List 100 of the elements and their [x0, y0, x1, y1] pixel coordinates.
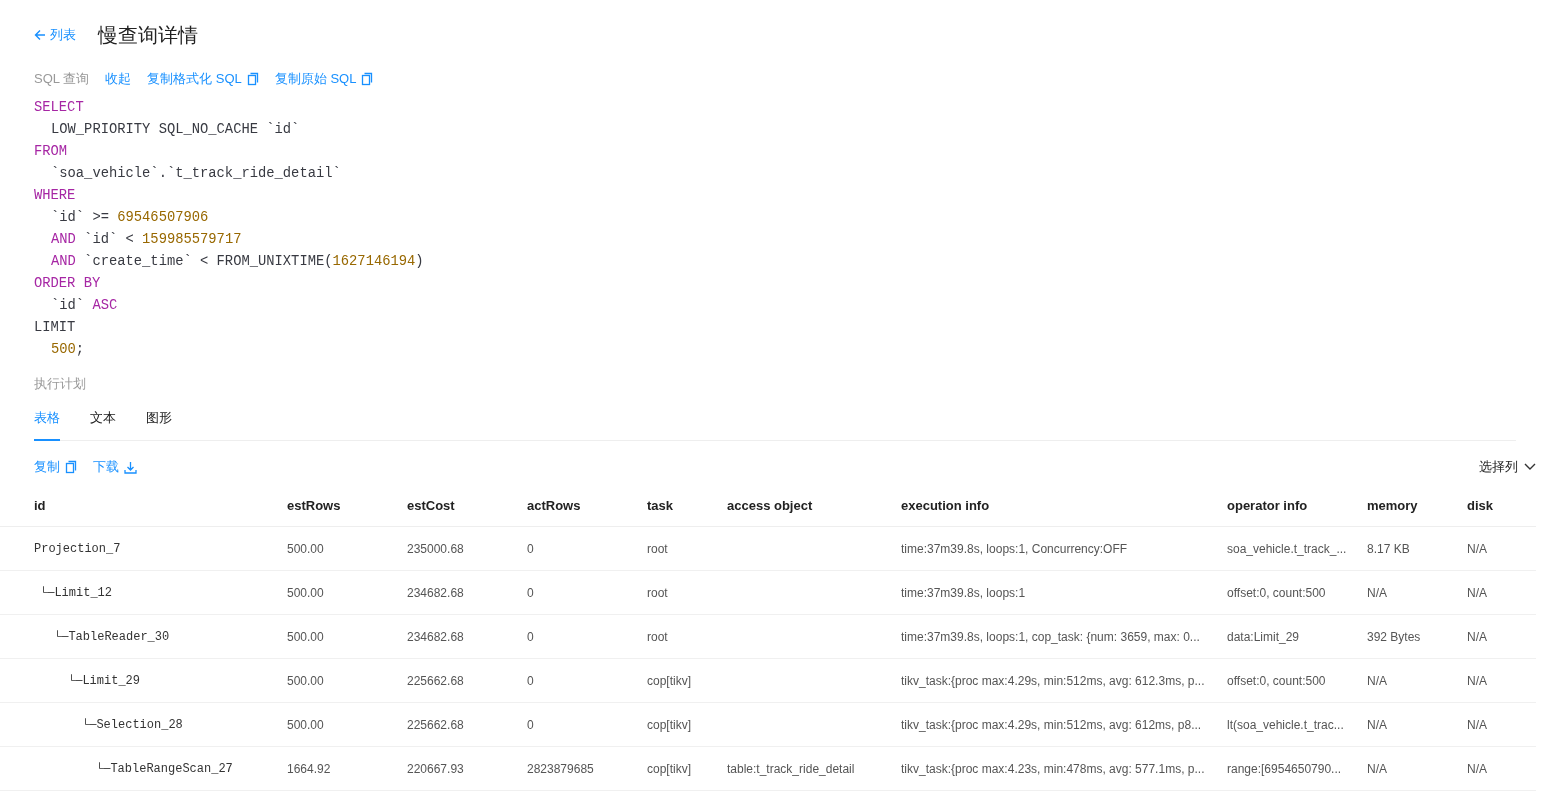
- table-cell: cop[tikv]: [647, 673, 691, 688]
- table-cell: 500.00: [287, 629, 324, 644]
- table-cell: table:t_track_ride_detail: [727, 761, 855, 776]
- code-token: 159985579717: [142, 232, 242, 247]
- code-token: AND: [51, 232, 76, 247]
- code-token: FROM: [34, 144, 68, 159]
- column-header: execution info: [901, 497, 991, 513]
- table-cell: cop[tikv]: [647, 761, 691, 776]
- table-cell: N/A: [1367, 717, 1387, 732]
- column-picker[interactable]: 选择列: [1479, 458, 1536, 476]
- table-cell: 234682.68: [407, 629, 464, 644]
- section-label: SQL 查询: [34, 70, 90, 88]
- page-title: 慢查询详情: [98, 22, 198, 48]
- table-cell: 225662.68: [407, 673, 464, 688]
- code-token: `soa_vehicle`.`t_track_ride_detail`: [51, 166, 341, 181]
- copy-icon[interactable]: [246, 72, 259, 86]
- code-token: 500: [51, 342, 76, 357]
- table-cell-text: └─Limit_12: [39, 585, 112, 600]
- table-cell-text: └─TableRangeScan_27: [95, 761, 233, 776]
- table-cell: time:37m39.8s, loops:1, Concurrency:OFF: [901, 541, 1128, 556]
- sql-action-link[interactable]: 复制原始 SQL: [274, 70, 374, 88]
- table-cell: 0: [527, 541, 534, 556]
- table-cell: lt(soa_vehicle.t_trac...: [1227, 717, 1344, 732]
- table-cell: 234682.68: [407, 585, 464, 600]
- table-cell: 1664.92: [287, 761, 331, 776]
- column-header: estCost: [407, 497, 456, 513]
- table-cell: N/A: [1367, 761, 1387, 776]
- column-header: id: [34, 497, 47, 513]
- table-cell: 0: [527, 629, 534, 644]
- plan-tab[interactable]: 表格: [34, 409, 60, 441]
- column-header: disk: [1467, 497, 1494, 513]
- copy-icon[interactable]: [65, 460, 77, 474]
- column-header: access object: [727, 497, 814, 513]
- sql-action-link[interactable]: 收起: [105, 70, 132, 88]
- table-cell: 235000.68: [407, 541, 464, 556]
- code-token: `create_time` < FROM_UNIXTIME(: [83, 254, 333, 269]
- table-cell: 225662.68: [407, 717, 464, 732]
- table-cell: tikv_task:{proc max:4.23s, min:478ms, avg: 577.1ms, p...: [901, 761, 1205, 776]
- column-header: actRows: [527, 497, 582, 513]
- table-cell: range:[6954650790...: [1227, 761, 1342, 776]
- table-cell: cop[tikv]: [647, 717, 691, 732]
- copy-icon[interactable]: [361, 72, 374, 86]
- table-cell: 500.00: [287, 541, 324, 556]
- table-cell: root: [647, 629, 668, 644]
- table-cell: 0: [527, 585, 534, 600]
- table-cell: tikv_task:{proc max:4.29s, min:512ms, avg: 612.3ms, p...: [901, 673, 1205, 688]
- table-cell: root: [647, 585, 668, 600]
- download-icon[interactable]: [124, 460, 137, 474]
- column-header: memory: [1367, 497, 1419, 513]
- plan-tab[interactable]: 文本: [90, 409, 116, 441]
- plan-action-link[interactable]: 下载: [93, 458, 137, 476]
- code-token: ORDER BY: [34, 276, 101, 291]
- table-cell: N/A: [1467, 761, 1487, 776]
- code-token: LOW_PRIORITY SQL_NO_CACHE `id`: [51, 122, 300, 137]
- table-cell: N/A: [1467, 585, 1487, 600]
- code-token: ;: [75, 342, 85, 357]
- column-header: task: [647, 497, 675, 513]
- table-cell: 2823879685: [527, 761, 594, 776]
- table-cell: root: [647, 541, 668, 556]
- column-header: estRows: [287, 497, 342, 513]
- table-cell: 8.17 KB: [1367, 541, 1410, 556]
- code-token: 69546507906: [117, 210, 209, 225]
- table-cell: 500.00: [287, 717, 324, 732]
- plan-tab[interactable]: 图形: [146, 409, 172, 441]
- code-token: SELECT: [34, 100, 84, 115]
- code-token: `id` <: [83, 232, 135, 247]
- plan-action-link[interactable]: 复制: [34, 458, 77, 476]
- code-token: LIMIT: [34, 320, 76, 335]
- arrow-left-icon: [34, 29, 46, 41]
- chevron-down-icon: [1524, 463, 1536, 471]
- table-cell: data:Limit_29: [1227, 629, 1300, 644]
- table-cell: 392 Bytes: [1367, 629, 1421, 644]
- table-cell: offset:0, count:500: [1227, 585, 1326, 600]
- table-cell: time:37m39.8s, loops:1: [901, 585, 1026, 600]
- table-cell: time:37m39.8s, loops:1, cop_task: {num: 3659, max: 0...: [901, 629, 1200, 644]
- table-cell: 500.00: [287, 673, 324, 688]
- sql-action-link[interactable]: 复制格式化 SQL: [147, 70, 259, 88]
- table-cell: N/A: [1467, 541, 1487, 556]
- table-cell: Projection_7: [34, 541, 121, 556]
- table-cell-text: └─Selection_28: [81, 717, 183, 732]
- table-cell: N/A: [1467, 673, 1487, 688]
- table-cell: 500.00: [287, 585, 324, 600]
- code-token: ): [415, 254, 424, 269]
- back-link[interactable]: 列表: [34, 26, 76, 44]
- table-cell-text: └─Limit_29: [67, 673, 140, 688]
- table-cell: tikv_task:{proc max:4.29s, min:512ms, avg: 612ms, p8...: [901, 717, 1202, 732]
- column-header: operator info: [1227, 497, 1309, 513]
- section-label: 执行计划: [34, 375, 87, 393]
- table-cell: 0: [527, 673, 534, 688]
- code-token: 1627146194: [332, 254, 416, 269]
- table-cell-text: └─TableReader_30: [53, 629, 170, 644]
- table-cell: soa_vehicle.t_track_...: [1227, 541, 1347, 556]
- code-token: `id` >=: [51, 210, 110, 225]
- table-cell: offset:0, count:500: [1227, 673, 1326, 688]
- table-cell: N/A: [1467, 717, 1487, 732]
- table-cell: 220667.93: [407, 761, 464, 776]
- table-cell: 0: [527, 717, 534, 732]
- code-token: ASC: [92, 298, 118, 313]
- table-cell: N/A: [1367, 673, 1387, 688]
- code-token: WHERE: [34, 188, 76, 203]
